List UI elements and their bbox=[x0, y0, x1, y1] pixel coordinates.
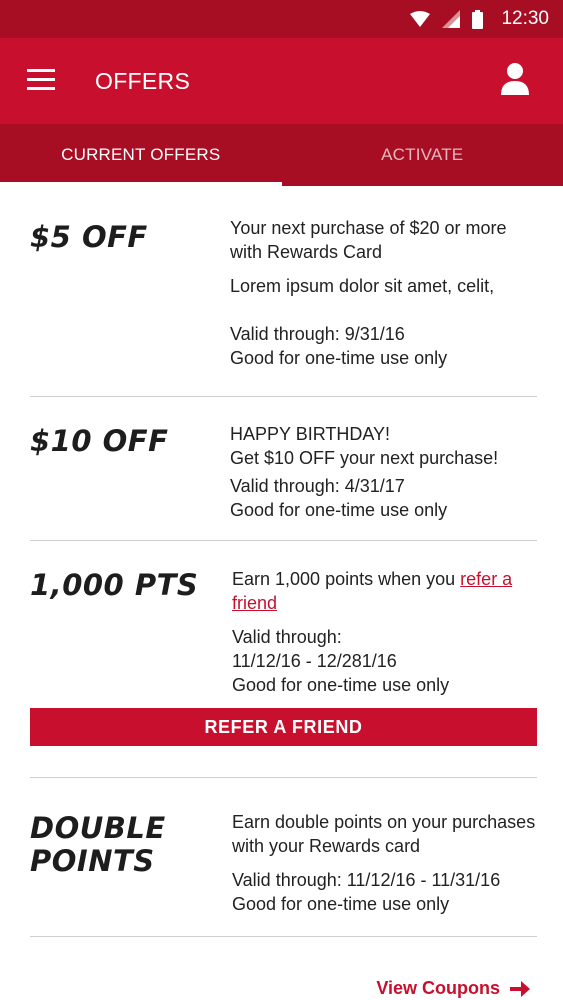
offer-valid-through: Valid through: 9/31/16 bbox=[230, 324, 405, 344]
offer-text-line: Your next purchase of $20 or more with R… bbox=[230, 218, 507, 262]
offer-text-line: Lorem ipsum dolor sit amet, celit, bbox=[230, 276, 495, 296]
offer-text-line: Earn double points on your purchases wit… bbox=[232, 812, 536, 856]
offer-description: HAPPY BIRTHDAY! Get $10 OFF your next pu… bbox=[230, 422, 540, 522]
divider bbox=[30, 777, 537, 778]
offer-usage-note: Good for one-time use only bbox=[230, 500, 448, 520]
page-title: OFFERS bbox=[95, 68, 191, 94]
view-coupons-label: View Coupons bbox=[376, 978, 500, 998]
offer-title: $5 OFF bbox=[30, 220, 148, 254]
status-icons: 12:30 bbox=[410, 8, 549, 30]
offer-title-line: POINTS bbox=[30, 844, 155, 878]
offer-usage-note: Good for one-time use only bbox=[230, 348, 448, 368]
view-coupons-link[interactable]: View Coupons bbox=[376, 978, 530, 999]
divider bbox=[30, 540, 537, 541]
cellular-signal-icon bbox=[442, 10, 461, 28]
offer-title: $10 OFF bbox=[30, 424, 169, 458]
offer-text-line: Get $10 OFF your next purchase! bbox=[230, 448, 499, 468]
offer-text-line: Earn 1,000 points when you refer a frien… bbox=[232, 567, 542, 615]
profile-icon[interactable] bbox=[500, 62, 530, 96]
offer-valid-label: Valid through: bbox=[232, 627, 342, 647]
tab-activate[interactable]: ACTIVATE bbox=[282, 124, 563, 186]
divider bbox=[30, 936, 537, 937]
divider bbox=[30, 396, 537, 397]
offer-valid-through: Valid through: 11/12/16 - 11/31/16 bbox=[232, 870, 501, 890]
offer-title: DOUBLE POINTS bbox=[30, 812, 166, 878]
app-bar: OFFERS bbox=[0, 38, 563, 124]
menu-icon[interactable] bbox=[27, 69, 55, 91]
status-bar: 12:30 bbox=[0, 0, 563, 38]
offer-description: Earn double points on your purchases wit… bbox=[232, 810, 542, 916]
refer-a-friend-button[interactable]: REFER A FRIEND bbox=[30, 708, 537, 746]
tab-current-offers[interactable]: CURRENT OFFERS bbox=[0, 124, 282, 186]
offer-valid-through: Valid through: 4/31/17 bbox=[230, 476, 405, 496]
offer-text-line: HAPPY BIRTHDAY! bbox=[230, 424, 391, 444]
offer-title: 1,000 PTS bbox=[30, 568, 199, 602]
offer-description: Your next purchase of $20 or more with R… bbox=[230, 216, 540, 370]
offer-usage-note: Good for one-time use only bbox=[232, 894, 450, 914]
offer-text: Earn 1,000 points when you bbox=[232, 569, 456, 589]
offer-valid-range: 11/12/16 - 12/281/16 bbox=[232, 651, 397, 671]
wifi-icon bbox=[410, 11, 431, 27]
battery-icon bbox=[472, 9, 484, 29]
status-time: 12:30 bbox=[501, 8, 549, 29]
tab-bar: CURRENT OFFERS ACTIVATE bbox=[0, 124, 563, 186]
offer-description: Earn 1,000 points when you refer a frien… bbox=[232, 567, 542, 697]
offer-title-line: DOUBLE bbox=[30, 811, 166, 845]
offer-usage-note: Good for one-time use only bbox=[232, 675, 450, 695]
arrow-right-icon bbox=[510, 980, 530, 997]
